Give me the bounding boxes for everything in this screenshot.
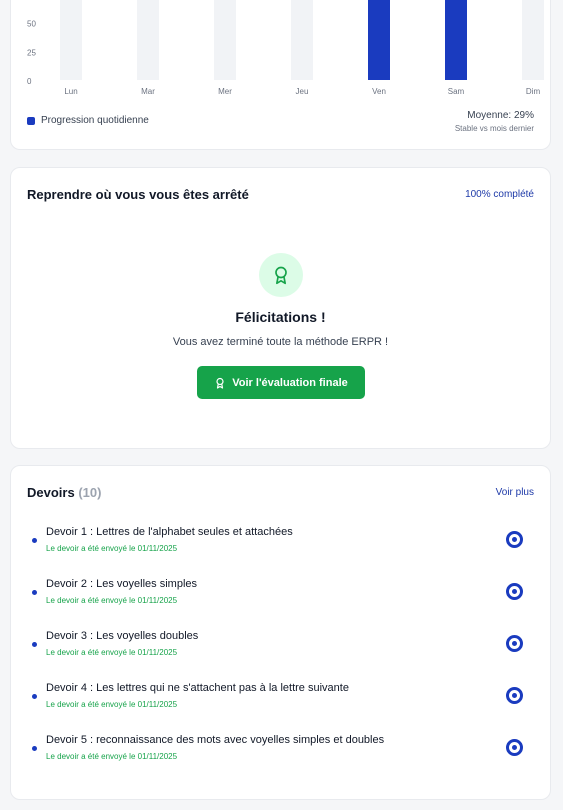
chart-stats: Moyenne: 29% Stable vs mois dernier xyxy=(455,110,534,133)
bar-lun xyxy=(60,0,82,80)
radio-indicator[interactable] xyxy=(506,739,523,756)
y-tick-label: 25 xyxy=(27,48,36,57)
x-tick-label: Jeu xyxy=(296,87,309,96)
homework-item-status: Le devoir a été envoyé le 01/11/2025 xyxy=(46,596,178,605)
homework-item-status: Le devoir a été envoyé le 01/11/2025 xyxy=(46,700,178,709)
bullet-icon xyxy=(32,746,37,751)
bar-mar xyxy=(137,0,159,80)
bar-ven xyxy=(368,0,390,80)
homework-item-title: Devoir 1 : Lettres de l'alphabet seules … xyxy=(46,526,293,538)
homework-item-status: Le devoir a été envoyé le 01/11/2025 xyxy=(46,752,178,761)
bullet-icon xyxy=(32,694,37,699)
x-tick-label: Ven xyxy=(372,87,386,96)
radio-indicator[interactable] xyxy=(506,531,523,548)
homework-count: (10) xyxy=(78,485,102,500)
y-tick-label: 0 xyxy=(27,77,32,86)
final-evaluation-label: Voir l'évaluation finale xyxy=(232,376,348,389)
resume-card: Reprendre où vous vous êtes arrêté 100% … xyxy=(10,167,551,449)
x-tick-label: Dim xyxy=(526,87,541,96)
bar-mer xyxy=(214,0,236,80)
bar-jeu xyxy=(291,0,313,80)
progress-complete-link[interactable]: 100% complété xyxy=(465,189,534,200)
award-badge xyxy=(259,253,303,297)
see-more-link[interactable]: Voir plus xyxy=(496,487,534,498)
homework-item-status: Le devoir a été envoyé le 01/11/2025 xyxy=(46,544,178,553)
homework-item-title: Devoir 2 : Les voyelles simples xyxy=(46,578,198,590)
homework-item[interactable]: Devoir 2 : Les voyelles simples Le devoi… xyxy=(11,576,550,628)
homework-list: Devoir 1 : Lettres de l'alphabet seules … xyxy=(11,524,550,784)
progress-chart: 0 25 50 Lun Mar Mer Jeu Ven Sam Dim xyxy=(27,0,544,96)
homework-item[interactable]: Devoir 4 : Les lettres qui ne s'attachen… xyxy=(11,680,550,732)
homework-item-title: Devoir 4 : Les lettres qui ne s'attachen… xyxy=(46,682,349,694)
chart-legend: Progression quotidienne xyxy=(27,115,149,126)
bullet-icon xyxy=(32,590,37,595)
final-evaluation-button[interactable]: Voir l'évaluation finale xyxy=(197,366,365,399)
congrats-title: Félicitations ! xyxy=(235,309,326,325)
radio-indicator[interactable] xyxy=(506,635,523,652)
x-tick-label: Mer xyxy=(218,87,232,96)
radio-indicator[interactable] xyxy=(506,583,523,600)
homework-item-title: Devoir 5 : reconnaissance des mots avec … xyxy=(46,734,385,746)
bar-dim xyxy=(522,0,544,80)
x-tick-label: Mar xyxy=(141,87,155,96)
legend-swatch xyxy=(27,116,35,125)
bar-sam xyxy=(445,0,467,80)
award-icon xyxy=(275,266,287,285)
y-tick-label: 50 xyxy=(27,20,36,29)
award-icon xyxy=(216,377,224,389)
homework-item[interactable]: Devoir 3 : Les voyelles doubles Le devoi… xyxy=(11,628,550,680)
x-tick-label: Lun xyxy=(64,87,77,96)
congrats-text: Vous avez terminé toute la méthode ERPR … xyxy=(172,336,389,348)
homework-item-title: Devoir 3 : Les voyelles doubles xyxy=(46,630,199,642)
homework-card: Devoirs (10) Voir plus Devoir 1 : Lettre… xyxy=(10,465,551,800)
comparison-text: Stable vs mois dernier xyxy=(454,124,534,133)
legend-label: Progression quotidienne xyxy=(41,115,149,126)
radio-indicator[interactable] xyxy=(506,687,523,704)
x-tick-label: Sam xyxy=(448,87,465,96)
homework-title-text: Devoirs xyxy=(27,485,75,500)
bullet-icon xyxy=(32,642,37,647)
bullet-icon xyxy=(32,538,37,543)
resume-title: Reprendre où vous vous êtes arrêté xyxy=(27,187,249,202)
daily-progress-card: 0 25 50 Lun Mar Mer Jeu Ven Sam Dim Progression q… xyxy=(10,0,551,150)
homework-item-status: Le devoir a été envoyé le 01/11/2025 xyxy=(46,648,178,657)
homework-item[interactable]: Devoir 1 : Lettres de l'alphabet seules … xyxy=(11,524,550,576)
homework-item[interactable]: Devoir 5 : reconnaissance des mots avec … xyxy=(11,732,550,784)
average-value: Moyenne: 29% xyxy=(467,110,534,121)
homework-title: Devoirs (10) xyxy=(27,485,101,500)
